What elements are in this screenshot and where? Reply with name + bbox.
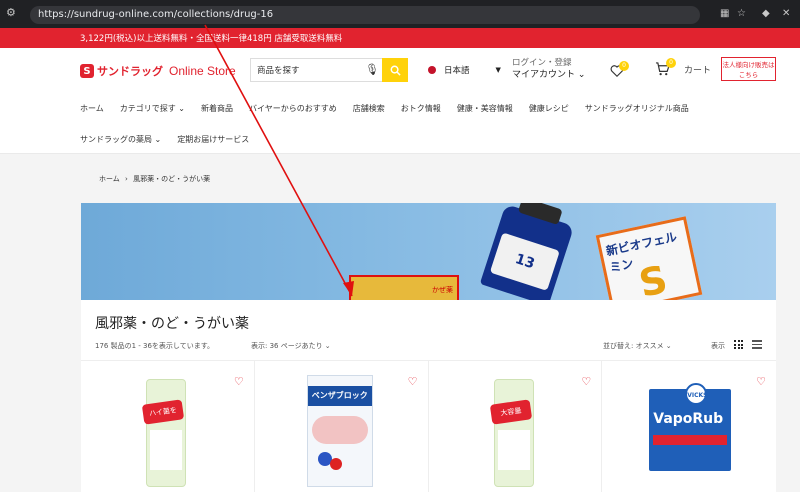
nav-buyer-picks[interactable]: バイヤーからのおすすめ — [249, 103, 337, 114]
url-annotation-box — [29, 4, 205, 25]
japan-flag-icon — [428, 66, 436, 74]
corporate-line1: 法人様向け販売は — [722, 61, 775, 69]
sort-selector[interactable]: 並び替え: オススメ ⌄ — [603, 341, 672, 351]
per-page-selector[interactable]: 表示: 36 ページあたり ⌄ — [251, 341, 331, 351]
nav-subscription[interactable]: 定期お届けサービス — [177, 134, 249, 145]
breadcrumb-current: 風邪薬・のど・うがい薬 — [133, 175, 211, 183]
medicine-bottle-image: 13 — [479, 203, 575, 300]
search-input[interactable]: 商品を探す — [257, 64, 300, 76]
nav-store-search[interactable]: 店舗検索 — [353, 103, 385, 114]
product-card[interactable]: ♡ 大容量 — [429, 361, 603, 492]
list-view-icon[interactable] — [752, 340, 762, 349]
logo-mark-icon: S — [80, 64, 94, 78]
account-menu[interactable]: ログイン・登録 マイアカウント ⌄ — [512, 57, 585, 81]
logo-text-en: Online Store — [169, 64, 236, 78]
view-label: 表示 — [711, 342, 725, 350]
nav-health-beauty[interactable]: 健康・美容情報 — [457, 103, 513, 114]
extension-icon[interactable]: ◆ — [762, 8, 770, 19]
language-label: 日本語 — [444, 66, 470, 76]
chevron-down-icon: ⌄ — [577, 70, 586, 80]
site-logo[interactable]: S サンドラッグ Online Store — [80, 63, 236, 79]
wishlist-button[interactable]: 0 — [610, 61, 629, 78]
star-icon[interactable]: ☆ — [737, 8, 746, 19]
chevron-down-icon: ▼ — [495, 66, 501, 74]
breadcrumb: ホーム › 風邪薬・のど・うがい薬 — [99, 174, 210, 184]
search-box[interactable]: 商品を探す 🎙 — [250, 58, 408, 82]
promo-bar: 3,122円(税込)以上送料無料・全国送料一律418円 店舗受取送料無料 — [0, 28, 800, 48]
language-selector[interactable]: 日本語 ▼ — [428, 64, 501, 76]
wishlist-count-badge: 0 — [619, 61, 629, 71]
product-card[interactable]: ♡ VICKS VapoRub — [602, 361, 776, 492]
product-grid: ♡ ハイ菌を ♡ ベンザブロック ♡ 大容量 ♡ VICKS VapoRub — [81, 360, 776, 492]
nav-original-products[interactable]: サンドラッグオリジナル商品 — [585, 103, 689, 114]
wishlist-heart-icon[interactable]: ♡ — [234, 375, 244, 388]
product-card[interactable]: ♡ ハイ菌を — [81, 361, 255, 492]
nav-recipes[interactable]: 健康レシピ — [529, 103, 569, 114]
corporate-sales-button[interactable]: 法人様向け販売は こちら — [721, 57, 776, 81]
product-image[interactable]: ベンザブロック — [306, 375, 373, 487]
corporate-line2: こちら — [738, 71, 759, 79]
product-image[interactable]: ハイ菌を — [141, 379, 186, 487]
wishlist-heart-icon[interactable]: ♡ — [756, 375, 766, 388]
collection-banner: かぜ薬 13 新ビオフェルミン S — [81, 203, 776, 300]
cold-medicine-box-image: かぜ薬 — [349, 275, 459, 300]
collection-content: 風邪薬・のど・うがい薬 176 製品の1 - 36を表示しています。 表示: 3… — [81, 300, 776, 492]
site-header: S サンドラッグ Online Store 商品を探す 🎙 日本語 ▼ ログイン… — [0, 48, 800, 154]
cart-button[interactable]: 0 カート — [655, 58, 712, 76]
nav-categories[interactable]: カテゴリで探す ⌄ — [120, 103, 185, 114]
account-label[interactable]: マイアカウント — [512, 70, 575, 80]
search-icon — [390, 65, 401, 76]
wishlist-heart-icon[interactable]: ♡ — [581, 375, 591, 388]
close-icon[interactable]: ✕ — [782, 8, 790, 19]
login-link[interactable]: ログイン・登録 — [512, 57, 585, 69]
main-nav: ホーム カテゴリで探す ⌄ 新着商品 バイヤーからのおすすめ 店舗検索 おトク情… — [80, 103, 705, 114]
nav-deals[interactable]: おトク情報 — [401, 103, 441, 114]
secondary-nav: サンドラッグの薬局 ⌄ 定期お届けサービス — [80, 134, 265, 145]
qr-icon[interactable]: ▦ — [720, 8, 729, 19]
nav-new-items[interactable]: 新着商品 — [201, 103, 233, 114]
biofermin-box-image: 新ビオフェルミン S — [595, 216, 703, 300]
grid-view-icon[interactable] — [734, 340, 743, 349]
search-button[interactable] — [382, 58, 408, 82]
cart-count-badge: 0 — [666, 58, 676, 68]
cart-label: カート — [684, 65, 712, 76]
promo-text: 3,122円(税込)以上送料無料・全国送料一律418円 店舗受取送料無料 — [80, 34, 343, 44]
tune-icon[interactable]: ⚙ — [6, 6, 28, 22]
logo-text-ja: サンドラッグ — [97, 65, 163, 78]
nav-pharmacy[interactable]: サンドラッグの薬局 ⌄ — [80, 134, 161, 145]
page-title: 風邪薬・のど・うがい薬 — [95, 316, 249, 332]
microphone-icon[interactable]: 🎙 — [365, 63, 379, 76]
product-image[interactable]: 大容量 — [489, 379, 534, 487]
product-count: 176 製品の1 - 36を表示しています。 — [95, 342, 215, 350]
wishlist-heart-icon[interactable]: ♡ — [408, 375, 418, 388]
product-card[interactable]: ♡ ベンザブロック — [255, 361, 429, 492]
breadcrumb-separator: › — [125, 175, 128, 183]
product-image[interactable]: VICKS VapoRub — [649, 383, 732, 471]
breadcrumb-home[interactable]: ホーム — [99, 175, 120, 183]
nav-home[interactable]: ホーム — [80, 103, 104, 114]
